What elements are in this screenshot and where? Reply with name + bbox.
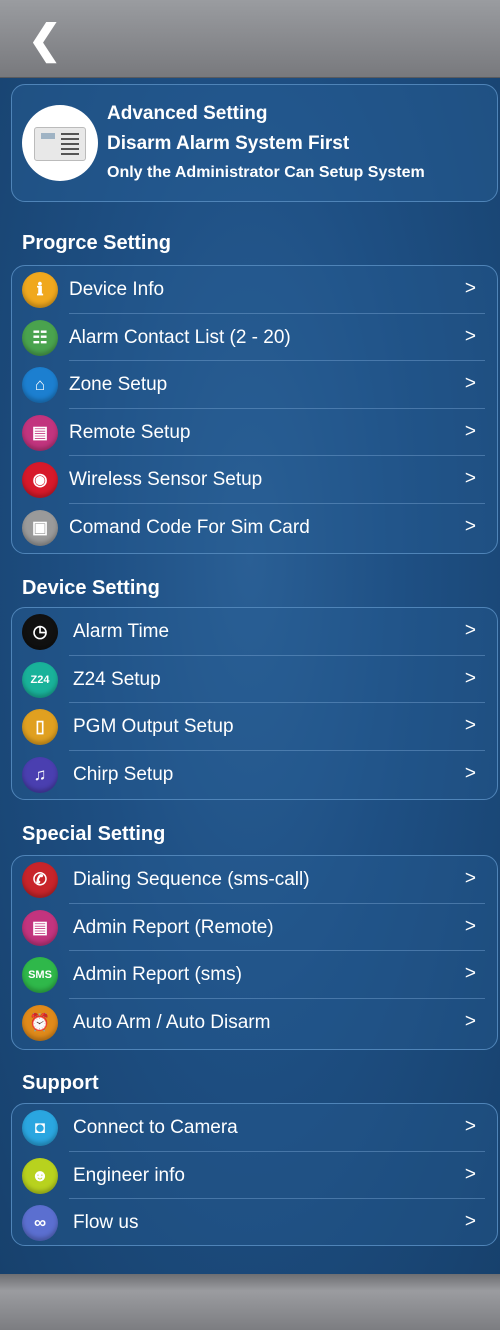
- settings-row[interactable]: ▤ Remote Setup >: [12, 409, 497, 456]
- row-label: Dialing Sequence (sms-call): [73, 869, 310, 890]
- settings-row[interactable]: SMS Admin Report (sms) >: [12, 951, 497, 999]
- link-icon: ∞: [22, 1205, 58, 1241]
- alarm-clock-icon: ◷: [22, 614, 58, 650]
- wireless-sensor-icon: ◉: [22, 462, 58, 498]
- header-note: Only the Administrator Can Setup System: [107, 164, 425, 181]
- chevron-right-icon: >: [464, 963, 476, 984]
- contact-list-icon: ☷: [22, 319, 58, 356]
- chevron-right-icon: >: [464, 278, 476, 299]
- row-label: Auto Arm / Auto Disarm: [73, 1011, 271, 1033]
- settings-row[interactable]: Z24 Z24 Setup >: [12, 656, 497, 703]
- chevron-right-icon: >: [464, 1116, 476, 1137]
- settings-row[interactable]: ♫ Chirp Setup >: [12, 751, 497, 799]
- chevron-right-icon: >: [464, 915, 476, 937]
- section-title: Device Setting: [22, 577, 160, 599]
- chevron-right-icon: >: [464, 325, 476, 347]
- bottom-bar: [0, 1274, 500, 1330]
- row-label: Flow us: [73, 1212, 139, 1233]
- advanced-setting-card: Advanced Setting Disarm Alarm System Fir…: [11, 84, 498, 202]
- chevron-right-icon: >: [464, 715, 476, 736]
- camera-icon: ◘: [22, 1110, 58, 1146]
- settings-row[interactable]: ▯ PGM Output Setup >: [12, 703, 497, 751]
- section-title: Special Setting: [22, 823, 166, 845]
- chevron-right-icon: >: [464, 762, 476, 784]
- chevron-right-icon: >: [464, 620, 476, 641]
- row-label: Alarm Time: [73, 621, 170, 642]
- chevron-right-icon: >: [464, 420, 476, 442]
- settings-row[interactable]: ◉ Wireless Sensor Setup >: [12, 456, 497, 504]
- engineer-icon: ☻: [22, 1157, 58, 1194]
- alarm-panel-image: [22, 105, 98, 181]
- chevron-right-icon: >: [464, 667, 476, 689]
- top-bar: ❮: [0, 0, 500, 78]
- remote-report-icon: ▤: [22, 909, 58, 946]
- sms-icon: SMS: [22, 957, 58, 993]
- info-icon: ℹ: [22, 272, 58, 308]
- row-label: PGM Output Setup: [73, 716, 234, 737]
- auto-alarm-icon: ⏰: [22, 1004, 58, 1041]
- remote-icon: ▤: [22, 414, 58, 451]
- settings-row[interactable]: ℹ Device Info >: [12, 266, 497, 314]
- settings-group: ℹ Device Info > ☷ Alarm Contact List (2 - 20…: [11, 265, 498, 554]
- settings-row[interactable]: ◘ Connect to Camera >: [12, 1104, 497, 1152]
- chevron-right-icon: >: [464, 515, 476, 537]
- settings-row[interactable]: ☷ Alarm Contact List (2 - 20) >: [12, 314, 497, 361]
- door-icon: ▯: [22, 709, 58, 745]
- row-label: Zone Setup: [69, 374, 168, 395]
- settings-group: ◘ Connect to Camera > ☻ Engineer info > ∞ Flow …: [11, 1103, 498, 1246]
- row-label: Connect to Camera: [73, 1117, 238, 1138]
- chevron-right-icon: >: [464, 1163, 476, 1185]
- chevron-right-icon: >: [464, 468, 476, 489]
- settings-row[interactable]: ▣ Comand Code For Sim Card >: [12, 504, 497, 552]
- zone-house-icon: ⌂: [22, 367, 58, 403]
- settings-row[interactable]: ⌂ Zone Setup >: [12, 361, 497, 409]
- settings-row[interactable]: ∞ Flow us >: [12, 1199, 497, 1247]
- music-note-icon: ♫: [22, 756, 58, 793]
- back-chevron-icon[interactable]: ❮: [28, 20, 68, 60]
- settings-row[interactable]: ⏰ Auto Arm / Auto Disarm >: [12, 999, 497, 1047]
- settings-group: ✆ Dialing Sequence (sms-call) > ▤ Admin Repo…: [11, 855, 498, 1050]
- settings-group: ◷ Alarm Time > Z24 Z24 Setup > ▯ PGM Output Set…: [11, 607, 498, 800]
- row-label: Alarm Contact List (2 - 20): [69, 326, 291, 348]
- settings-row[interactable]: ☻ Engineer info >: [12, 1152, 497, 1199]
- row-label: Engineer info: [73, 1164, 185, 1186]
- row-label: Z24 Setup: [73, 668, 161, 690]
- chevron-right-icon: >: [464, 1010, 476, 1032]
- chevron-right-icon: >: [464, 1211, 476, 1232]
- sim-card-icon: ▣: [22, 509, 58, 546]
- settings-row[interactable]: ✆ Dialing Sequence (sms-call) >: [12, 856, 497, 904]
- header-title: Advanced Setting: [107, 103, 268, 124]
- settings-row[interactable]: ▤ Admin Report (Remote) >: [12, 904, 497, 951]
- dial-chat-icon: ✆: [22, 862, 58, 898]
- header-subtitle: Disarm Alarm System First: [107, 133, 350, 154]
- chevron-right-icon: >: [464, 868, 476, 889]
- row-label: Device Info: [69, 279, 165, 300]
- row-label: Chirp Setup: [73, 763, 174, 785]
- row-label: Wireless Sensor Setup: [69, 469, 263, 490]
- row-label: Admin Report (sms): [73, 964, 242, 985]
- z24-icon: Z24: [22, 661, 58, 698]
- row-label: Remote Setup: [69, 421, 191, 443]
- row-label: Admin Report (Remote): [73, 916, 274, 938]
- settings-row[interactable]: ◷ Alarm Time >: [12, 608, 497, 656]
- row-label: Comand Code For Sim Card: [69, 516, 310, 538]
- chevron-right-icon: >: [464, 373, 476, 394]
- section-title: Support: [22, 1072, 99, 1094]
- section-title: Progrce Setting: [22, 232, 171, 254]
